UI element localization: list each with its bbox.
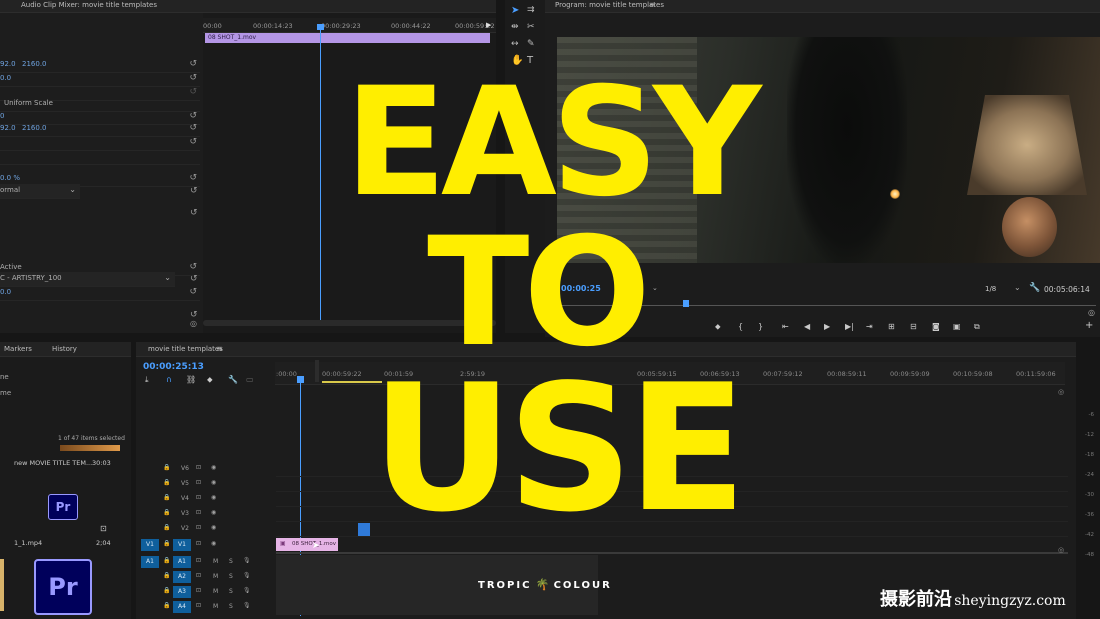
- add-button-icon[interactable]: +: [1085, 320, 1093, 331]
- lock-icon[interactable]: 🔒: [163, 540, 170, 547]
- sync-lock-icon[interactable]: ⊡: [196, 540, 201, 547]
- solo-button[interactable]: S: [229, 573, 233, 580]
- ruler-tick: 00:00:29:23: [321, 22, 361, 30]
- tropic-colour-logo: TROPIC 🌴 COLOUR: [478, 578, 612, 591]
- panel-menu-icon[interactable]: ≡: [649, 0, 656, 9]
- source-patch-v1[interactable]: V1: [141, 539, 159, 551]
- ripple-edit-icon[interactable]: ⇹: [511, 22, 519, 32]
- fx-icon: ▣: [280, 540, 286, 547]
- sync-lock-icon[interactable]: ⊡: [196, 587, 201, 594]
- meter-tick: -48: [1085, 552, 1094, 558]
- microphone-icon[interactable]: 🎙: [243, 587, 251, 594]
- play-icon[interactable]: ▶: [486, 21, 491, 29]
- microphone-icon[interactable]: 🎙: [243, 572, 251, 579]
- track-target-a2[interactable]: A2: [173, 571, 191, 583]
- audio-clip-mixer-header: Audio Clip Mixer: movie title templates: [21, 0, 496, 13]
- track-select-icon[interactable]: ⇉: [527, 5, 535, 15]
- source-patch-a1[interactable]: A1: [141, 556, 159, 568]
- track-target-a4[interactable]: A4: [173, 601, 191, 613]
- selection-tool-icon[interactable]: ➤: [511, 5, 519, 16]
- video-audio-divider[interactable]: [276, 552, 1068, 554]
- playhead-handle[interactable]: [317, 24, 324, 30]
- brand-left: TROPIC: [478, 580, 532, 591]
- ruler-tick: 00:00:14:23: [253, 22, 293, 30]
- headline-use: USE: [371, 348, 747, 551]
- track-target-a3[interactable]: A3: [173, 586, 191, 598]
- ruler-tick: 00:00: [203, 22, 222, 30]
- solo-button[interactable]: S: [229, 558, 233, 565]
- track-header-a3[interactable]: 🔒 A3 ⊡ M S 🎙: [141, 585, 275, 599]
- effect-value-2[interactable]: 2160.0: [22, 60, 47, 68]
- solo-button[interactable]: S: [229, 603, 233, 610]
- mouse-cursor-icon: ➤: [312, 541, 320, 551]
- brand-right: COLOUR: [553, 580, 612, 591]
- track-header-a4[interactable]: 🔒 A4 ⊡ M S 🎙: [141, 600, 275, 614]
- microphone-icon[interactable]: 🎙: [243, 557, 251, 564]
- microphone-icon[interactable]: 🎙: [243, 602, 251, 609]
- track-header-a2[interactable]: 🔒 A2 ⊡ M S 🎙: [141, 570, 275, 584]
- track-header-v1[interactable]: V1 🔒 V1 ⊡ ◉: [141, 538, 275, 552]
- headline-easy: EASY: [344, 56, 761, 230]
- watermark-url: sheyingzyz.com: [954, 593, 1066, 609]
- scroll-end-icon[interactable]: ◎: [1088, 308, 1095, 317]
- audio-clip-mixer-title: Audio Clip Mixer: movie title templates: [21, 1, 158, 9]
- source-clip-label: 08 SHOT_1.mov: [208, 34, 257, 41]
- eye-icon[interactable]: ◉: [211, 540, 216, 547]
- mute-button[interactable]: M: [213, 573, 218, 580]
- solo-button[interactable]: S: [229, 588, 233, 595]
- track-target-v1[interactable]: V1: [173, 539, 191, 551]
- pen-tool-icon[interactable]: ✎: [527, 39, 535, 49]
- mute-button[interactable]: M: [213, 558, 218, 565]
- razor-tool-icon[interactable]: ✂: [527, 22, 535, 32]
- effect-value[interactable]: 92.0: [0, 60, 16, 68]
- palm-tree-icon: 🌴: [535, 578, 550, 591]
- mute-button[interactable]: M: [213, 603, 218, 610]
- watermark-cn: 摄影前沿: [880, 589, 952, 610]
- list-item-duration: 2;04: [96, 539, 111, 547]
- track-header-a1[interactable]: A1 🔒 A1 ⊡ M S 🎙: [141, 555, 275, 569]
- sync-lock-icon[interactable]: ⊡: [196, 602, 201, 609]
- track-target-a1[interactable]: A1: [173, 556, 191, 568]
- ruler-tick: 00:00:44:22: [391, 22, 431, 30]
- thumbnail-edge: [0, 559, 4, 611]
- scroll-end-icon[interactable]: ◎: [1058, 546, 1064, 554]
- watermark: 摄影前沿 sheyingzyz.com: [880, 585, 1066, 611]
- list-item[interactable]: 1_1.mp4: [14, 539, 42, 547]
- program-monitor-header: Program: movie title templates ≡: [545, 0, 1100, 13]
- lock-icon[interactable]: 🔒: [163, 557, 170, 564]
- program-monitor-title: Program: movie title templates: [555, 1, 664, 9]
- headline-to: TO: [427, 206, 651, 380]
- lock-icon[interactable]: 🔒: [163, 587, 170, 594]
- slip-tool-icon[interactable]: ↔: [511, 39, 519, 49]
- mute-button[interactable]: M: [213, 588, 218, 595]
- sync-lock-icon[interactable]: ⊡: [196, 557, 201, 564]
- premiere-logo-large: Pr: [34, 559, 92, 615]
- sync-lock-icon[interactable]: ⊡: [196, 572, 201, 579]
- lock-icon[interactable]: 🔒: [163, 602, 170, 609]
- source-clip[interactable]: 08 SHOT_1.mov: [205, 33, 490, 43]
- lock-icon[interactable]: 🔒: [163, 572, 170, 579]
